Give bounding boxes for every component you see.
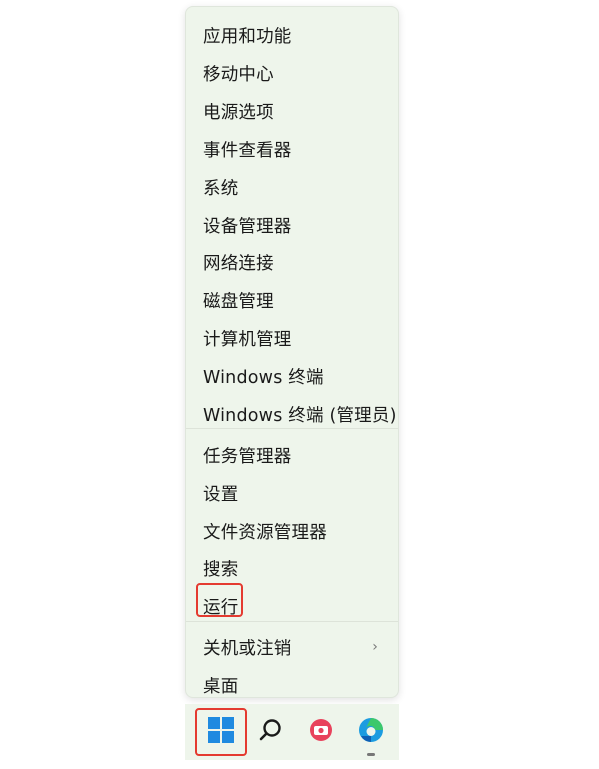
- menu-item-apps-features[interactable]: 应用和功能: [186, 17, 398, 53]
- camera-app-button[interactable]: [299, 704, 343, 760]
- menu-item-network-connections[interactable]: 网络连接: [186, 244, 398, 280]
- menu-item-windows-terminal[interactable]: Windows 终端: [186, 358, 398, 394]
- menu-item-task-manager[interactable]: 任务管理器: [186, 437, 398, 473]
- menu-item-label: 网络连接: [203, 253, 274, 274]
- menu-item-label: 搜索: [203, 559, 239, 580]
- menu-item-event-viewer[interactable]: 事件查看器: [186, 131, 398, 167]
- menu-item-settings[interactable]: 设置: [186, 475, 398, 511]
- menu-item-label: 移动中心: [203, 64, 274, 85]
- menu-item-label: 设备管理器: [203, 216, 292, 237]
- menu-item-label: 磁盘管理: [203, 291, 274, 312]
- active-indicator: [367, 753, 375, 756]
- menu-item-windows-terminal-admin[interactable]: Windows 终端 (管理员): [186, 396, 398, 432]
- edge-browser-icon: [357, 716, 385, 748]
- menu-item-label: Windows 终端 (管理员): [203, 405, 397, 426]
- menu-separator: [186, 621, 398, 622]
- start-highlight-box: [195, 708, 247, 756]
- menu-item-disk-management[interactable]: 磁盘管理: [186, 282, 398, 318]
- menu-item-label: 系统: [203, 178, 239, 199]
- search-icon: [258, 717, 284, 747]
- menu-item-label: 任务管理器: [203, 446, 292, 467]
- run-highlight-box: [196, 583, 243, 617]
- menu-item-label: 应用和功能: [203, 26, 292, 47]
- menu-item-label: 设置: [203, 484, 239, 505]
- menu-item-label: 计算机管理: [203, 329, 292, 350]
- camera-app-icon: [308, 717, 334, 747]
- menu-item-search[interactable]: 搜索: [186, 550, 398, 586]
- search-button[interactable]: [249, 704, 293, 760]
- chevron-right-icon: ›: [372, 639, 378, 655]
- menu-item-computer-management[interactable]: 计算机管理: [186, 320, 398, 356]
- menu-item-file-explorer[interactable]: 文件资源管理器: [186, 513, 398, 549]
- edge-browser-button[interactable]: [349, 704, 393, 760]
- menu-item-desktop[interactable]: 桌面: [186, 667, 398, 703]
- menu-item-label: 桌面: [203, 676, 239, 697]
- menu-item-label: 文件资源管理器: [203, 522, 327, 543]
- menu-item-label: 电源选项: [203, 102, 274, 123]
- menu-item-label: 关机或注销: [203, 638, 292, 659]
- menu-item-label: Windows 终端: [203, 367, 324, 388]
- menu-item-shutdown-signout[interactable]: 关机或注销 ›: [186, 629, 398, 665]
- menu-item-label: 事件查看器: [203, 140, 292, 161]
- menu-item-mobility-center[interactable]: 移动中心: [186, 55, 398, 91]
- menu-item-device-manager[interactable]: 设备管理器: [186, 207, 398, 243]
- menu-item-power-options[interactable]: 电源选项: [186, 93, 398, 129]
- menu-separator: [186, 428, 398, 429]
- menu-item-system[interactable]: 系统: [186, 169, 398, 205]
